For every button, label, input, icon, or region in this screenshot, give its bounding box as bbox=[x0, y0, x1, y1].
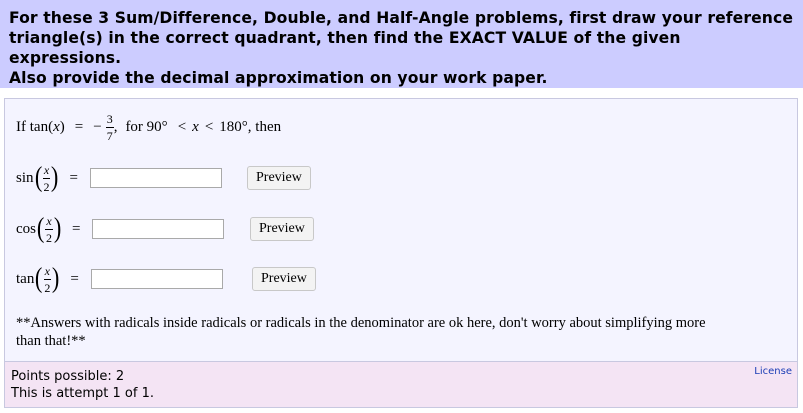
sin-fraction-num: x bbox=[42, 162, 51, 179]
question-panel: If tan(x) = − 3 7 , for 90° < x < 180° ,… bbox=[4, 98, 798, 362]
tan-fraction-num: x bbox=[43, 263, 51, 280]
question-footer: Points possible: 2 This is attempt 1 of … bbox=[4, 362, 798, 408]
stem-variable: x bbox=[53, 118, 60, 135]
stem-fraction-num: 3 bbox=[105, 111, 114, 128]
points-possible: Points possible: 2 bbox=[11, 369, 125, 384]
sin-label: sin bbox=[16, 169, 34, 186]
sin-half-row: sin ( x 2 ) = bbox=[16, 161, 222, 195]
stem-minus: − bbox=[93, 118, 102, 135]
instructions-line-1: For these 3 Sum/Difference, Double, and … bbox=[9, 9, 794, 27]
stem-then: , then bbox=[247, 118, 282, 135]
stem-prefix: If tan bbox=[16, 118, 49, 135]
cos-fraction-den: 2 bbox=[45, 230, 52, 245]
tan-fraction-den: 2 bbox=[44, 280, 51, 295]
sin-preview-button[interactable]: Preview bbox=[247, 166, 311, 190]
sin-answer-input[interactable] bbox=[89, 168, 222, 188]
stem-equals: = bbox=[74, 118, 84, 135]
stem-lt-1: < bbox=[177, 118, 187, 135]
cos-fraction: x 2 bbox=[45, 213, 53, 245]
cos-equals: = bbox=[71, 220, 81, 237]
stem-variable-2: x bbox=[192, 118, 199, 135]
instructions-line-3: Also provide the decimal approximation o… bbox=[9, 69, 548, 87]
note-line-1: **Answers with radicals inside radicals … bbox=[16, 315, 706, 331]
tan-equals: = bbox=[70, 270, 79, 287]
stem-for-text: for 90° bbox=[125, 118, 168, 135]
tan-fraction: x 2 bbox=[43, 263, 51, 295]
cos-preview-button[interactable]: Preview bbox=[250, 217, 314, 241]
sin-fraction-den: 2 bbox=[43, 179, 50, 194]
tan-label: tan bbox=[16, 270, 35, 287]
cos-answer-input[interactable] bbox=[92, 219, 225, 239]
sin-equals: = bbox=[69, 169, 78, 186]
instructions-banner: For these 3 Sum/Difference, Double, and … bbox=[0, 0, 803, 88]
simplification-note: **Answers with radicals inside radicals … bbox=[16, 314, 786, 350]
note-line-2: than that!** bbox=[16, 333, 86, 349]
stem-comma: , bbox=[113, 118, 118, 135]
stem-fraction: 3 7 bbox=[105, 111, 114, 143]
license-link[interactable]: License bbox=[754, 366, 792, 377]
tan-preview-button[interactable]: Preview bbox=[252, 267, 316, 291]
cos-fraction-num: x bbox=[45, 213, 53, 230]
sin-fraction: x 2 bbox=[42, 162, 51, 194]
attempt-info: This is attempt 1 of 1. bbox=[11, 386, 154, 401]
cos-half-row: cos ( x 2 ) = bbox=[16, 212, 225, 246]
stem-fraction-den: 7 bbox=[106, 128, 113, 143]
tan-answer-input[interactable] bbox=[90, 269, 223, 289]
stem-lt-2: < bbox=[204, 118, 214, 135]
cos-label: cos bbox=[16, 220, 36, 237]
stem-upper: 180° bbox=[219, 118, 248, 135]
question-stem: If tan(x) = − 3 7 , for 90° < x < 180° ,… bbox=[16, 111, 282, 143]
instructions-line-2: triangle(s) in the correct quadrant, the… bbox=[9, 29, 681, 67]
tan-half-row: tan ( x 2 ) = bbox=[16, 262, 223, 296]
